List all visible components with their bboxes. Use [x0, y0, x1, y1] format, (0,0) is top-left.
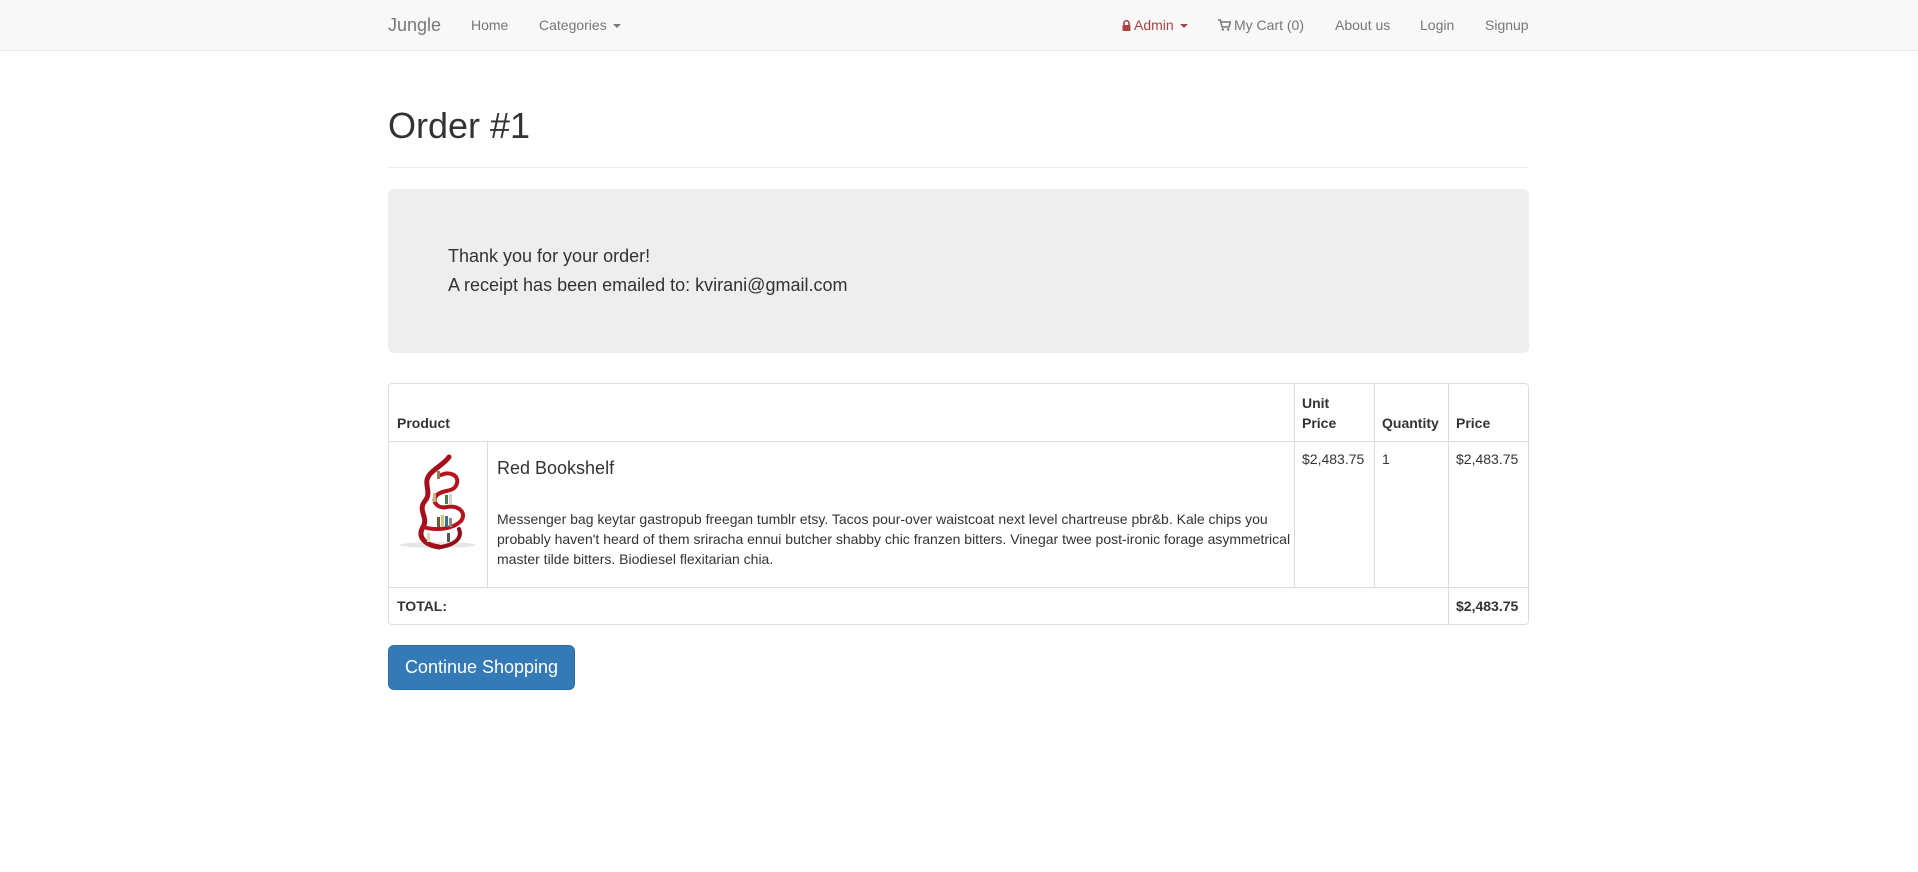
nav-login-link[interactable]: Login: [1420, 16, 1454, 34]
chevron-down-icon: [612, 24, 621, 29]
title-divider: [388, 167, 1529, 168]
nav-home-label: Home: [471, 17, 509, 33]
nav-home-link[interactable]: Home: [471, 16, 508, 34]
brand-link[interactable]: Jungle: [388, 15, 441, 35]
nav-cart-label: My Cart (0): [1234, 17, 1304, 33]
column-divider: [487, 441, 488, 587]
header-quantity: Quantity: [1382, 415, 1439, 431]
header-unit-price-line1: Unit: [1302, 395, 1330, 411]
receipt-message: A receipt has been emailed to: kvirani@g…: [448, 275, 848, 295]
lock-icon: [1122, 20, 1131, 31]
product-quantity: 1: [1382, 451, 1390, 467]
navbar-container: Jungle Home Categories Admin My Cart (0)…: [388, 0, 1529, 50]
nav-signup-label: Signup: [1485, 17, 1529, 33]
product-description: Messenger bag keytar gastropub freegan t…: [497, 511, 1291, 567]
continue-shopping-button[interactable]: Continue Shopping: [388, 645, 575, 690]
navbar: Jungle Home Categories Admin My Cart (0)…: [0, 0, 1918, 51]
product-price: $2,483.75: [1456, 451, 1519, 467]
nav-login-label: Login: [1420, 17, 1455, 33]
product-image: [400, 454, 476, 550]
thank-you-message: Thank you for your order!: [448, 246, 651, 266]
nav-categories-dropdown[interactable]: Categories: [539, 16, 621, 34]
header-product: Product: [397, 415, 450, 431]
chevron-down-icon: [1179, 24, 1188, 29]
order-table: Product Unit Price Quantity Price Red Bo…: [388, 383, 1529, 625]
header-unit-price-line2: Price: [1302, 415, 1337, 431]
row-divider: [389, 441, 1528, 442]
shopping-cart-icon: [1218, 19, 1231, 31]
product-unit-price: $2,483.75: [1302, 451, 1365, 467]
product-name: Red Bookshelf: [497, 458, 615, 478]
nav-admin-label: Admin: [1134, 17, 1174, 33]
nav-admin-dropdown[interactable]: Admin: [1122, 16, 1188, 34]
header-price: Price: [1456, 415, 1491, 431]
total-value: $2,483.75: [1456, 598, 1519, 614]
nav-about-label: About us: [1335, 17, 1391, 33]
total-label: TOTAL:: [397, 598, 448, 614]
nav-about-link[interactable]: About us: [1335, 16, 1390, 34]
column-divider: [1448, 384, 1449, 624]
order-confirmation-panel: Thank you for your order! A receipt has …: [388, 189, 1529, 353]
nav-categories-label: Categories: [539, 17, 607, 33]
row-divider: [389, 587, 1528, 588]
nav-cart-link[interactable]: My Cart (0): [1218, 16, 1304, 34]
column-divider: [1374, 384, 1375, 587]
nav-signup-link[interactable]: Signup: [1485, 16, 1529, 34]
page-title: Order #1: [388, 105, 531, 146]
